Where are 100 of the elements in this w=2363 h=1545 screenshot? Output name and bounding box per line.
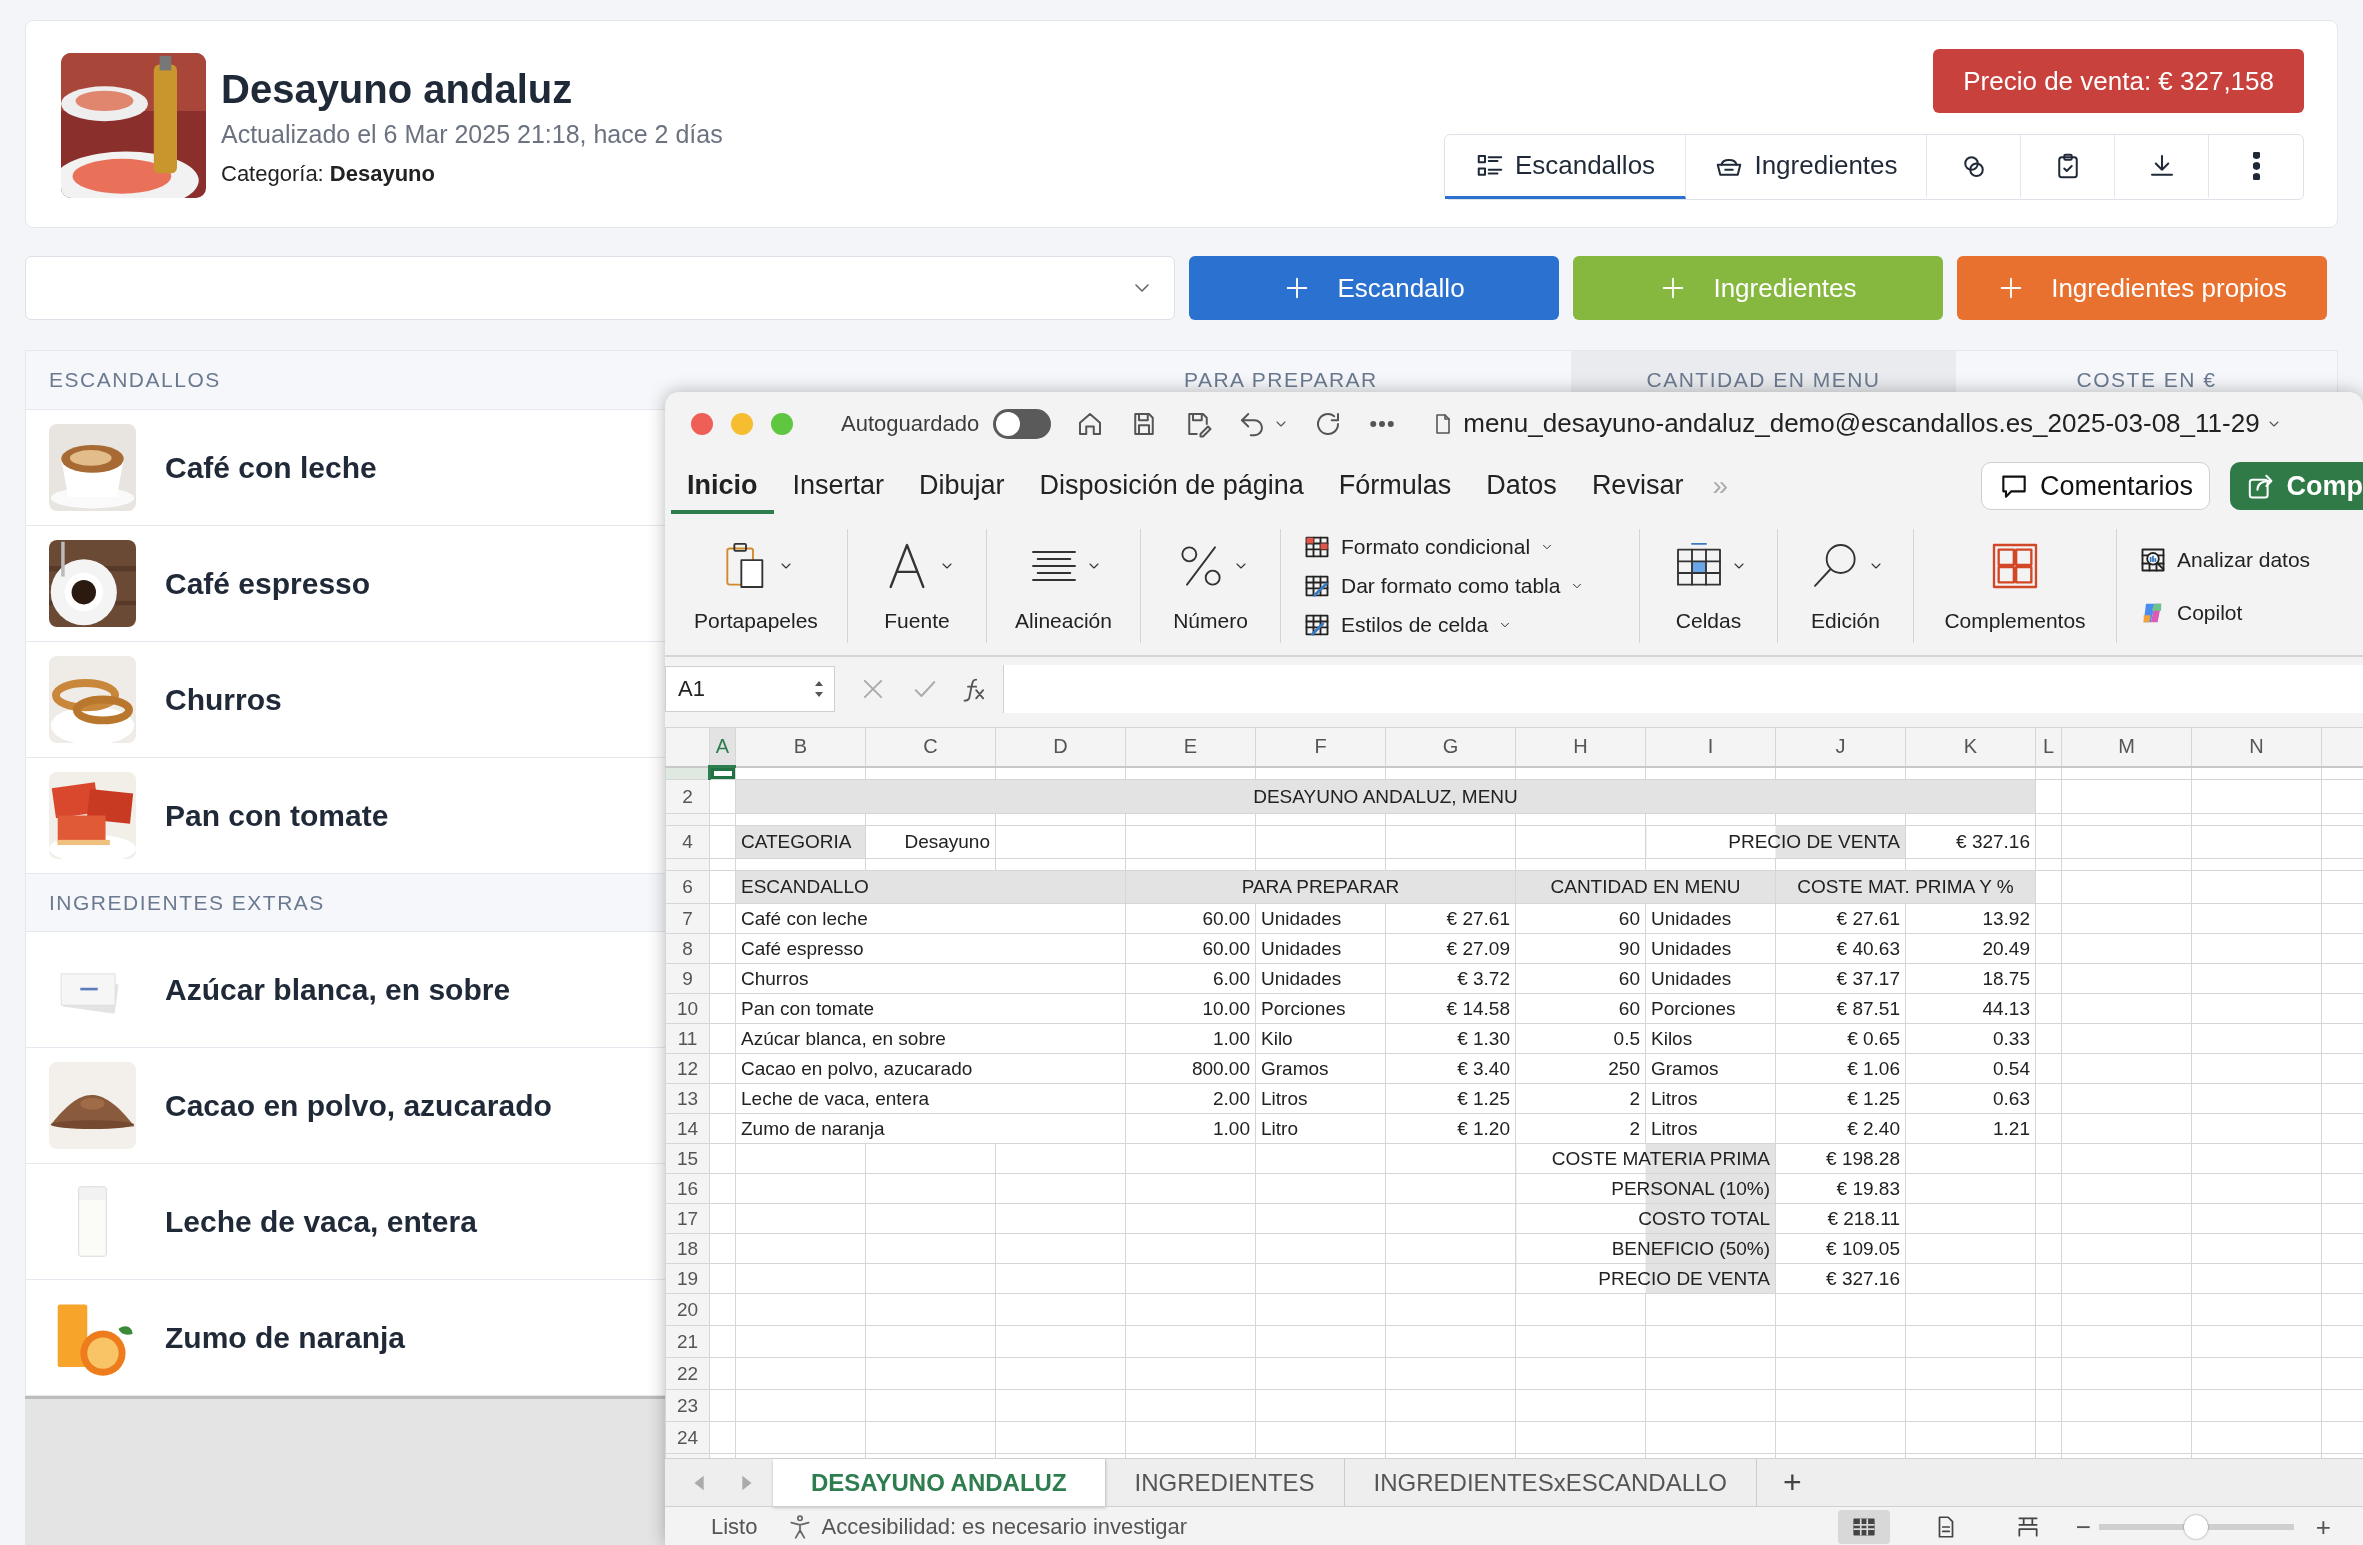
row-header[interactable]: 12: [665, 1053, 710, 1084]
ribbon-item[interactable]: Dar formato como tabla: [1303, 572, 1585, 600]
item-name[interactable]: Café con leche: [165, 450, 377, 485]
sheet-tab[interactable]: DESAYUNO ANDALUZ: [773, 1459, 1106, 1506]
table-cell: DESAYUNO ANDALUZ, MENU: [735, 779, 2036, 814]
table-cell: ESCANDALLO: [735, 870, 1126, 904]
row-header[interactable]: 8: [665, 933, 710, 964]
table-cell: PRECIO DE VENTA: [1515, 1263, 1776, 1294]
row-header[interactable]: 23: [665, 1389, 710, 1422]
row-header[interactable]: 6: [665, 870, 710, 904]
column-header[interactable]: D: [995, 727, 1126, 767]
file-name: menu_desayuno-andaluz_demo@escandallos.es_2025-03-08_11-29: [1463, 408, 2260, 439]
row-header[interactable]: 19: [665, 1263, 710, 1294]
table-cell: Leche de vaca, entera: [735, 1083, 1126, 1114]
row-header[interactable]: 2: [665, 779, 710, 814]
row-header[interactable]: 18: [665, 1233, 710, 1264]
row-header[interactable]: 7: [665, 903, 710, 934]
row-header[interactable]: 24: [665, 1421, 710, 1454]
table-cell: € 27.61: [1775, 903, 1906, 934]
column-header[interactable]: G: [1385, 727, 1516, 767]
ribbon-tab[interactable]: Inicio: [671, 458, 774, 514]
zoom-in-button[interactable]: +: [2307, 1511, 2339, 1543]
table-cell: Unidades: [1645, 963, 1776, 994]
column-header[interactable]: C: [865, 727, 996, 767]
row-header[interactable]: 22: [665, 1357, 710, 1390]
row-header[interactable]: 11: [665, 1023, 710, 1054]
tab[interactable]: Escandallos: [1445, 135, 1686, 199]
row-header[interactable]: 16: [665, 1173, 710, 1204]
ribbon-tab[interactable]: Dibujar: [903, 458, 1021, 514]
table-cell: 13.92: [1905, 903, 2036, 934]
table-cell: CATEGORIA: [735, 825, 866, 859]
table-cell: Gramos: [1645, 1053, 1776, 1084]
column-header[interactable]: E: [1125, 727, 1256, 767]
ribbon-tab[interactable]: Disposición de página: [1023, 458, 1320, 514]
table-cell: Cacao en polvo, azucarado: [735, 1053, 1126, 1084]
table-cell: € 0.65: [1775, 1023, 1906, 1054]
column-header[interactable]: K: [1905, 727, 2036, 767]
column-header[interactable]: A: [709, 727, 736, 767]
row-header[interactable]: 17: [665, 1203, 710, 1234]
sheet-tab[interactable]: INGREDIENTES: [1105, 1459, 1345, 1506]
table-cell: 2: [1515, 1083, 1646, 1114]
sheet-tab[interactable]: INGREDIENTESxESCANDALLO: [1344, 1459, 1758, 1506]
ribbon-item[interactable]: Analizar datos: [2139, 545, 2311, 574]
price-button[interactable]: Precio de venta: € 327,158: [1933, 49, 2304, 113]
column-header[interactable]: N: [2191, 727, 2322, 767]
ribbon-item[interactable]: Copilot: [2139, 598, 2243, 627]
ribbon-tab[interactable]: Revisar: [1575, 458, 1700, 514]
column-header[interactable]: J: [1775, 727, 1906, 767]
item-name[interactable]: Café espresso: [165, 566, 371, 601]
ribbon-tab[interactable]: Datos: [1470, 458, 1573, 514]
ribbon-tab[interactable]: Insertar: [776, 458, 901, 514]
table-cell: € 3.40: [1385, 1053, 1516, 1084]
table-cell: € 14.58: [1385, 993, 1516, 1024]
row-header[interactable]: 20: [665, 1293, 710, 1326]
name-box[interactable]: A1: [665, 665, 835, 712]
share-button[interactable]: Comp: [2230, 462, 2363, 510]
table-cell: Kilo: [1255, 1023, 1386, 1054]
item-name[interactable]: Zumo de naranja: [165, 1320, 406, 1355]
item-name[interactable]: Cacao en polvo, azucarado: [165, 1088, 552, 1123]
table-cell: € 198.28: [1775, 1143, 1906, 1174]
row-header[interactable]: 10: [665, 993, 710, 1024]
ribbon-tab[interactable]: Fórmulas: [1322, 458, 1468, 514]
table-cell: Gramos: [1255, 1053, 1386, 1084]
row-header[interactable]: 15: [665, 1143, 710, 1174]
row-header[interactable]: 21: [665, 1325, 710, 1358]
ribbon-item[interactable]: Formato condicional: [1303, 533, 1555, 561]
group-label: Portapapeles: [694, 609, 818, 633]
row-header[interactable]: 13: [665, 1083, 710, 1114]
item-name[interactable]: Azúcar blanca, en sobre: [165, 972, 511, 1007]
table-cell: 44.13: [1905, 993, 2036, 1024]
table-cell: € 37.17: [1775, 963, 1906, 994]
column-header[interactable]: M: [2061, 727, 2192, 767]
column-header[interactable]: H: [1515, 727, 1646, 767]
table-cell: CANTIDAD EN MENU: [1515, 870, 1776, 904]
row-header[interactable]: 14: [665, 1113, 710, 1144]
column-header[interactable]: I: [1645, 727, 1776, 767]
table-cell: 10.00: [1125, 993, 1256, 1024]
table-cell: € 327.16: [1775, 1263, 1906, 1294]
table-cell: 800.00: [1125, 1053, 1256, 1084]
column-header[interactable]: L: [2035, 727, 2062, 767]
item-name[interactable]: Leche de vaca, entera: [165, 1204, 477, 1239]
row-header[interactable]: 9: [665, 963, 710, 994]
item-name[interactable]: Churros: [165, 682, 282, 717]
row-header[interactable]: 4: [665, 825, 710, 859]
item-name[interactable]: Pan con tomate: [165, 798, 389, 833]
table-cell: 1.00: [1125, 1113, 1256, 1144]
ribbon-item[interactable]: Estilos de celda: [1303, 611, 1513, 639]
tab[interactable]: Ingredientes: [1686, 135, 1927, 199]
add-button[interactable]: Escandallo: [1189, 256, 1559, 320]
table-cell: 18.75: [1905, 963, 2036, 994]
zoom-out-button[interactable]: −: [2067, 1511, 2099, 1543]
accessibility-status[interactable]: Accesibilidad: es necesario investigar: [821, 1514, 1188, 1540]
column-header[interactable]: B: [735, 727, 866, 767]
comments-button[interactable]: Comentarios: [1980, 462, 2210, 510]
table-cell: € 40.63: [1775, 933, 1906, 964]
add-sheet-button[interactable]: +: [1757, 1459, 1828, 1506]
column-header[interactable]: F: [1255, 727, 1386, 767]
table-cell: PERSONAL (10%): [1515, 1173, 1776, 1204]
table-cell: € 27.61: [1385, 903, 1516, 934]
table-cell: Café espresso: [735, 933, 1126, 964]
